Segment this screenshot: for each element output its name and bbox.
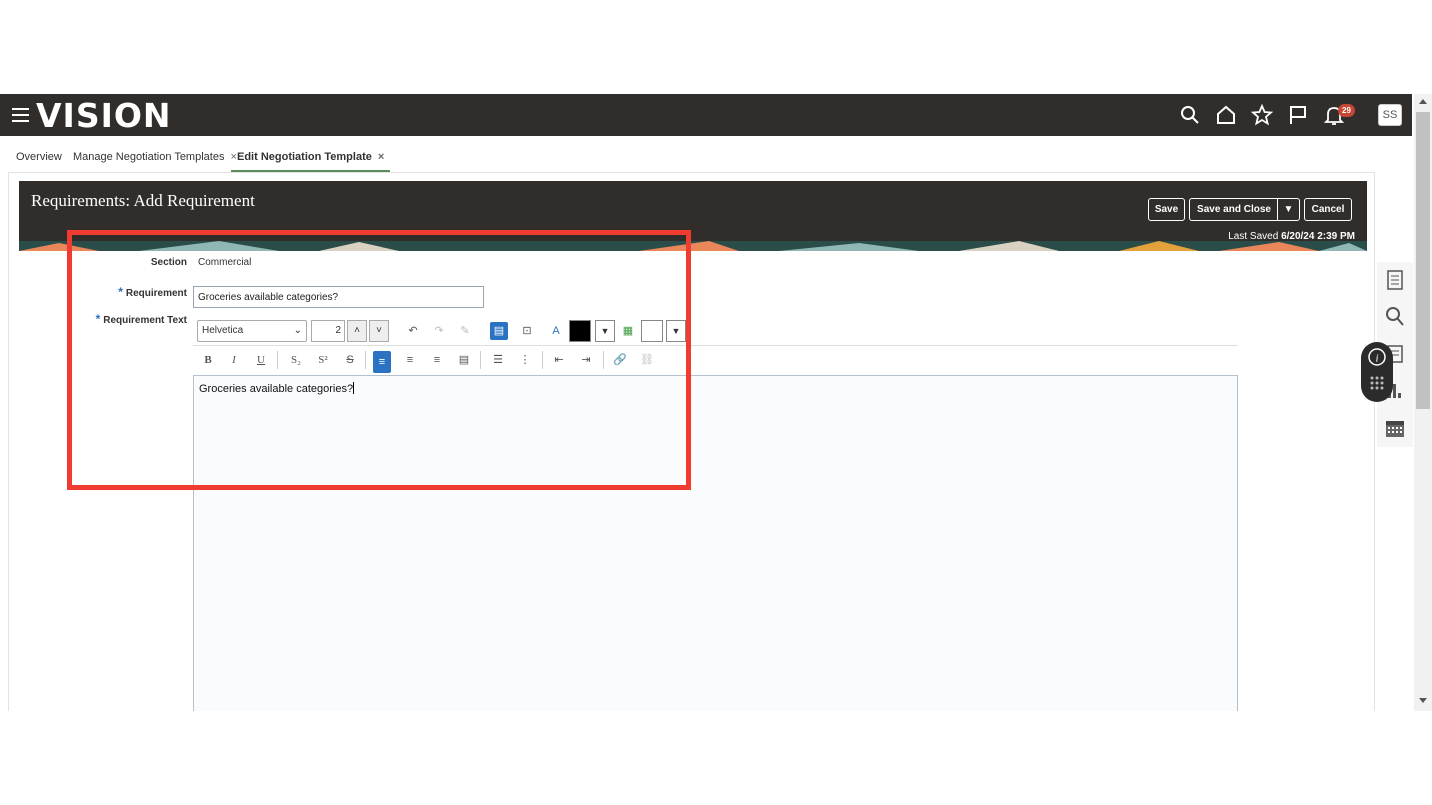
toolbar-separator <box>365 351 366 369</box>
underline-icon[interactable]: U <box>252 351 270 369</box>
vertical-scrollbar[interactable] <box>1414 94 1432 711</box>
tab-label: Edit Negotiation Template <box>237 151 372 163</box>
requirement-text-editor[interactable]: Groceries available categories? <box>193 375 1238 711</box>
rich-text-mode-icon[interactable]: ▤ <box>490 322 508 340</box>
chevron-down-icon: ˅ <box>376 325 382 336</box>
bold-icon[interactable]: B <box>199 351 217 369</box>
indent-icon[interactable]: ⇥ <box>577 351 595 369</box>
font-size-increase-button[interactable]: ˄ <box>347 320 367 342</box>
close-icon[interactable]: × <box>378 151 384 163</box>
chevron-down-icon: ▼ <box>1283 204 1294 215</box>
align-left-icon[interactable]: ≡ <box>373 351 391 373</box>
tab-overview[interactable]: Overview <box>16 144 62 172</box>
toolbar-separator <box>480 351 481 369</box>
source-code-mode-icon[interactable]: ⊡ <box>518 322 536 340</box>
clear-formatting-icon[interactable]: ✎ <box>456 322 474 340</box>
caret-down-icon: ▼ <box>671 326 681 336</box>
required-marker: * <box>95 312 101 326</box>
app-logo[interactable]: VISION <box>36 96 172 135</box>
outdent-icon[interactable]: ⇤ <box>550 351 568 369</box>
tab-edit-negotiation-template[interactable]: Edit Negotiation Template × <box>231 144 391 172</box>
calendar-icon[interactable] <box>1383 416 1407 440</box>
user-avatar[interactable]: SS <box>1378 104 1402 126</box>
caret-down-icon: ▼ <box>600 326 610 336</box>
home-icon[interactable] <box>1215 104 1237 126</box>
search-icon[interactable] <box>1179 104 1201 126</box>
flag-icon[interactable] <box>1287 104 1309 126</box>
requirement-label: * Requirement <box>49 285 187 299</box>
save-and-close-button[interactable]: Save and Close <box>1189 198 1278 221</box>
font-family-select[interactable]: Helvetica ⌄ <box>197 320 307 342</box>
toolbar-separator <box>603 351 604 369</box>
numbered-list-icon[interactable]: ⋮ <box>516 351 534 369</box>
requirement-label-text: Requirement <box>125 288 187 299</box>
toolbar-separator <box>277 351 278 369</box>
section-label: Section <box>150 257 187 268</box>
save-button[interactable]: Save <box>1148 198 1185 221</box>
requirement-input[interactable] <box>193 286 484 308</box>
superscript-icon[interactable]: S² <box>314 351 332 369</box>
section-value: Commercial <box>198 257 252 268</box>
save-options-dropdown[interactable]: ▼ <box>1277 198 1300 221</box>
chevron-up-icon: ˄ <box>354 325 360 336</box>
unlink-icon[interactable]: ⛓ <box>638 351 656 369</box>
requirement-text-label: * Requirement Text <box>49 312 187 326</box>
text-color-swatch[interactable] <box>569 320 591 342</box>
background-color-dropdown[interactable]: ▼ <box>666 320 686 342</box>
app-window: VISION 29 SS Overview Manage Negotiation… <box>0 94 1432 711</box>
toolbar-divider <box>193 345 1238 346</box>
align-center-icon[interactable]: ≡ <box>401 351 419 369</box>
font-size-input[interactable]: 2 <box>311 320 345 342</box>
font-size-decrease-button[interactable]: ˅ <box>369 320 389 342</box>
star-icon[interactable] <box>1251 104 1273 126</box>
undo-icon[interactable]: ↶ <box>404 322 422 340</box>
tab-label: Overview <box>16 151 62 163</box>
text-color-icon[interactable]: A <box>547 322 565 340</box>
background-color-icon[interactable]: ▦ <box>619 322 637 340</box>
text-cursor <box>353 382 355 394</box>
hamburger-icon[interactable] <box>12 108 29 122</box>
scrollbar-thumb[interactable] <box>1416 112 1430 409</box>
global-header: VISION 29 SS <box>0 94 1412 136</box>
keypad-icon[interactable] <box>1369 375 1385 391</box>
align-justify-icon[interactable]: ▤ <box>455 351 473 369</box>
page-title: Requirements: Add Requirement <box>31 191 255 210</box>
notification-badge: 29 <box>1338 104 1355 117</box>
tab-manage-negotiation-templates[interactable]: Manage Negotiation Templates × <box>73 144 237 172</box>
document-icon[interactable] <box>1383 268 1407 292</box>
italic-icon[interactable]: I <box>225 351 243 369</box>
required-marker: * <box>118 285 123 299</box>
main-panel: Requirements: Add Requirement Save Save … <box>8 172 1375 711</box>
toolbar-separator <box>542 351 543 369</box>
align-right-icon[interactable]: ≡ <box>428 351 446 369</box>
link-icon[interactable]: 🔗 <box>611 351 629 369</box>
redo-icon[interactable]: ↷ <box>430 322 448 340</box>
bulleted-list-icon[interactable]: ☰ <box>489 351 507 369</box>
editor-content[interactable]: Groceries available categories? <box>199 383 353 395</box>
strikethrough-icon[interactable]: S <box>341 351 359 369</box>
header-decoration <box>19 241 1367 251</box>
search-icon[interactable] <box>1383 304 1407 328</box>
subscript-icon[interactable]: S₂ <box>287 351 305 369</box>
chevron-down-icon: ⌄ <box>293 325 302 336</box>
scroll-down-icon[interactable] <box>1419 698 1427 703</box>
svg-text:i: i <box>1375 353 1378 365</box>
cancel-button[interactable]: Cancel <box>1304 198 1352 221</box>
info-icon[interactable]: i <box>1367 347 1387 367</box>
tab-label: Manage Negotiation Templates <box>73 151 225 163</box>
guided-help-widget[interactable]: i <box>1361 342 1393 402</box>
scroll-up-icon[interactable] <box>1419 99 1427 104</box>
font-family-value: Helvetica <box>202 325 244 336</box>
page-header: Requirements: Add Requirement Save Save … <box>19 181 1367 251</box>
text-color-dropdown[interactable]: ▼ <box>595 320 615 342</box>
background-color-swatch[interactable] <box>641 320 663 342</box>
requirement-text-label-text: Requirement Text <box>103 315 187 326</box>
